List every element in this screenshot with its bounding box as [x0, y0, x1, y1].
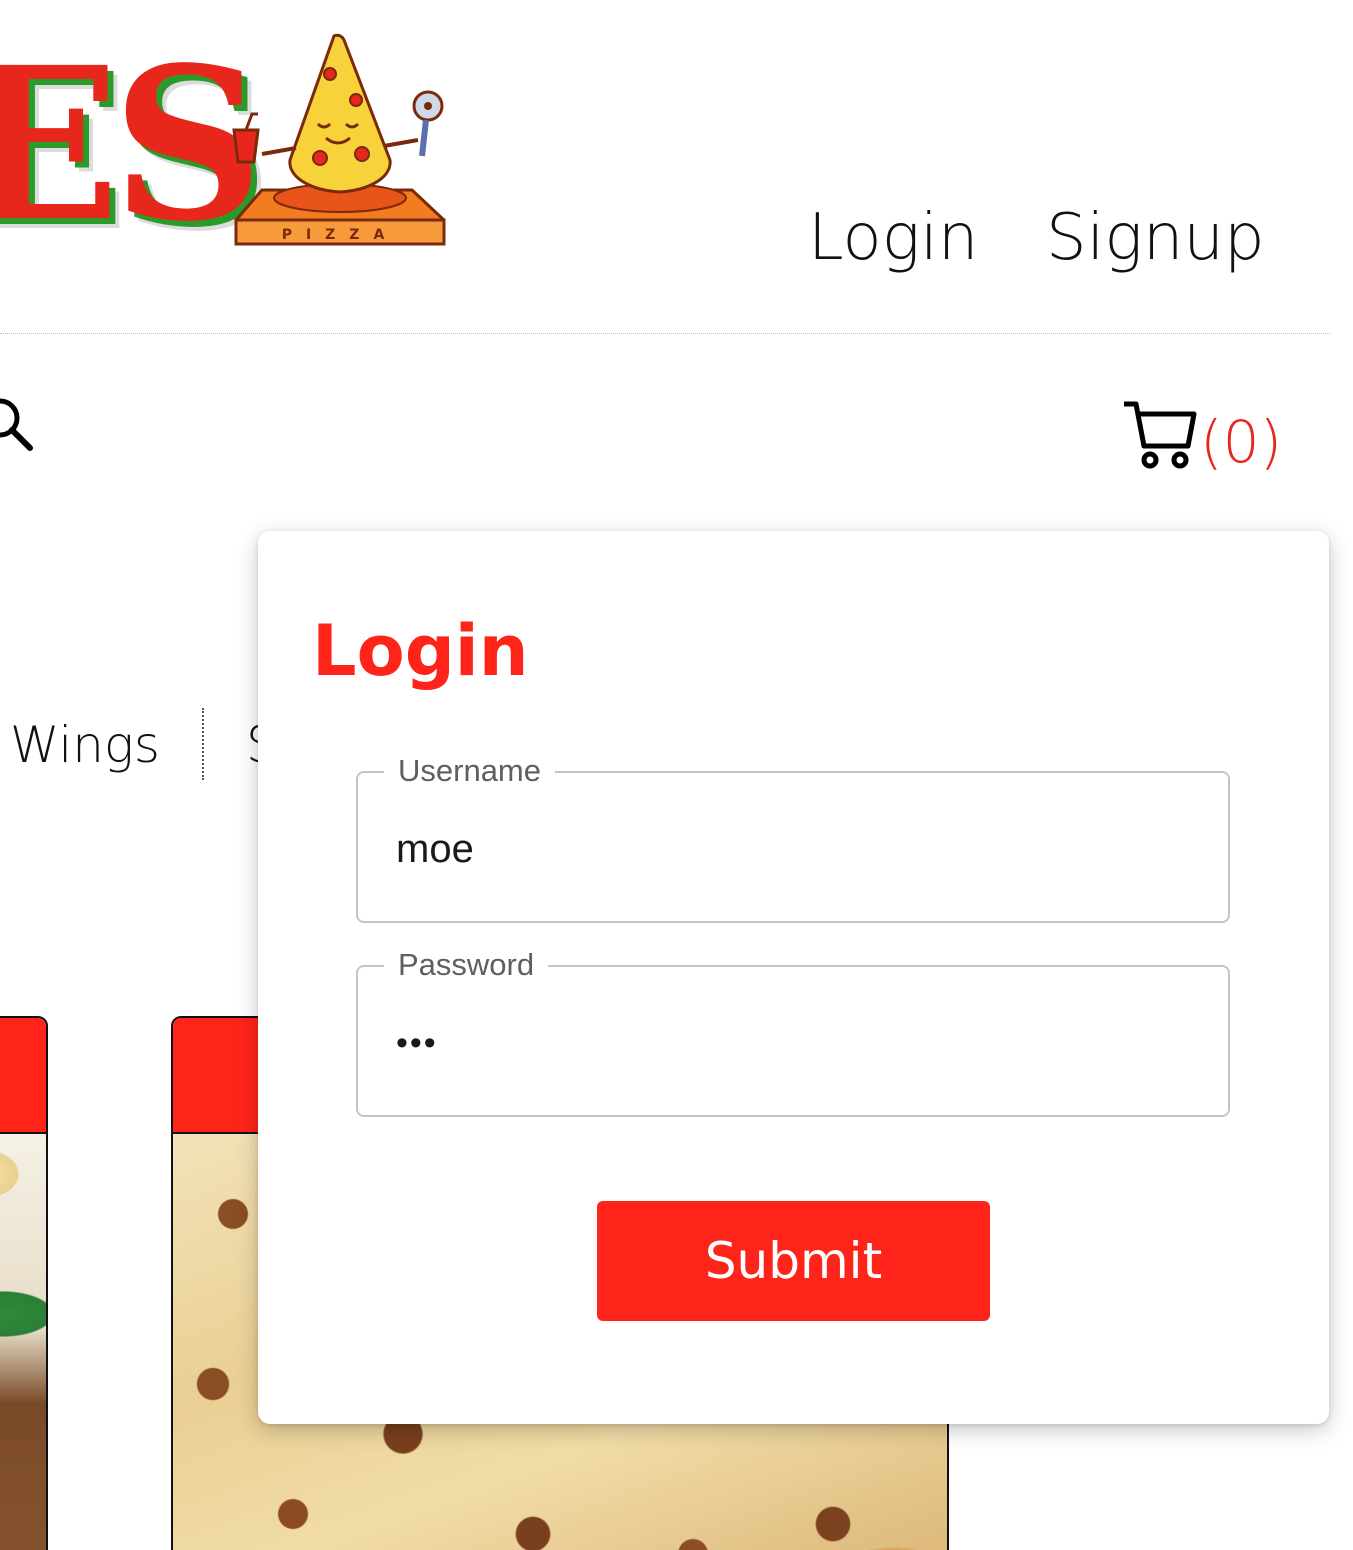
header-divider [0, 333, 1330, 334]
cart-count: (0) [1200, 408, 1283, 476]
submit-button[interactable]: Submit [597, 1201, 990, 1321]
login-title: Login [312, 610, 529, 692]
login-modal: Login Username Password Submit [258, 531, 1329, 1424]
menu-card[interactable] [0, 1016, 48, 1550]
cart-icon [1124, 401, 1197, 469]
password-input[interactable] [396, 1013, 1176, 1073]
nav-signup-link[interactable]: Signup [1046, 198, 1265, 278]
menu-card-header [0, 1018, 46, 1134]
pizza-logo[interactable]: PIZZA [222, 30, 452, 252]
username-field[interactable]: Username [356, 751, 1230, 923]
search-icon[interactable] [0, 396, 36, 452]
category-wings[interactable]: Wings [10, 710, 160, 780]
svg-text:PIZZA: PIZZA [282, 227, 399, 243]
password-field[interactable]: Password [356, 945, 1230, 1117]
brand-logo-text[interactable]: ES [0, 40, 264, 250]
page: ES PIZZA Login Signup (0) Wings Login Us… [0, 0, 1353, 1550]
username-label: Username [384, 751, 555, 791]
username-input[interactable] [396, 819, 1176, 879]
password-label: Password [384, 945, 549, 985]
nav-login-link[interactable]: Login [808, 198, 978, 278]
category-divider [202, 708, 204, 780]
menu-card-image [0, 1134, 46, 1550]
